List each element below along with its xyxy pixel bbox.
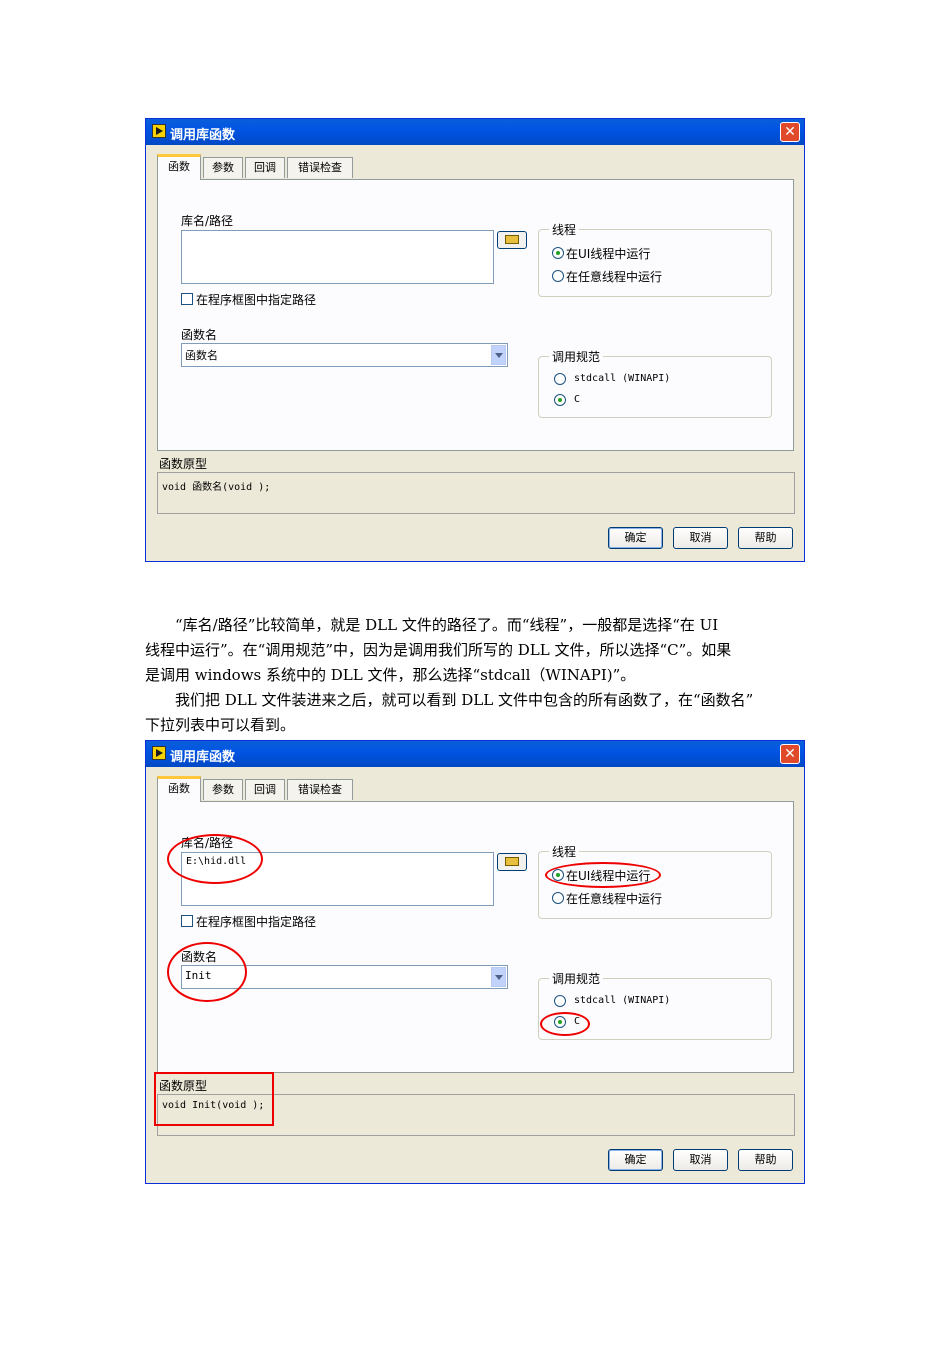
labview-app-icon [152,124,166,138]
function-name-label: 函数名 [181,328,218,342]
thread-any-radio[interactable] [552,270,564,282]
function-prototype-box: void 函数名(void ); [157,472,795,514]
paragraph-2: 我们把 DLL 文件装进来之后，就可以看到 DLL 文件中包含的所有函数了，在“… [145,688,807,738]
title-bar: 调用库函数 ✕ [146,119,804,145]
calling-convention-title: 调用规范 [549,970,604,987]
dialog-title: 调用库函数 [170,750,236,765]
stdcall-radio[interactable] [554,373,566,385]
calling-convention-title: 调用规范 [549,348,604,365]
paragraph-1: “库名/路径”比较简单，就是 DLL 文件的路径了。而“线程”，一般都是选择“在… [145,613,807,688]
dialog-call-library-1: 调用库函数 ✕ 函数 参数 回调 错误检查 库名/路径 在程序框图中指定路径 函… [145,118,805,562]
chevron-down-icon[interactable] [491,345,506,365]
specify-path-checkbox[interactable] [181,915,193,927]
cancel-button[interactable]: 取消 [673,527,728,549]
specify-path-label: 在程序框图中指定路径 [196,915,317,929]
tab-callbacks[interactable]: 回调 [245,157,285,178]
library-path-label: 库名/路径 [181,214,234,228]
cancel-button[interactable]: 取消 [673,1149,728,1171]
highlight-prototype [154,1072,274,1126]
thread-any-radio[interactable] [552,892,564,904]
thread-group-title: 线程 [549,221,580,238]
browse-folder-button[interactable] [497,231,527,249]
function-tab-panel: 库名/路径 在程序框图中指定路径 函数名 函数名 线程 在UI线程中运行 在任意… [157,179,794,451]
thread-ui-radio[interactable] [552,247,564,259]
dialog-call-library-2: 调用库函数 ✕ 函数 参数 回调 错误检查 库名/路径 E:\hid.dll 在… [145,740,805,1184]
stdcall-label: stdcall (WINAPI) [574,373,671,384]
c-convention-radio[interactable] [554,394,566,406]
highlight-library-path [167,834,263,884]
tab-function[interactable]: 函数 [157,776,201,802]
thread-ui-label: 在UI线程中运行 [566,247,651,261]
tab-parameters[interactable]: 参数 [203,157,243,178]
thread-group: 线程 在UI线程中运行 在任意线程中运行 [538,221,772,297]
tab-error-checking[interactable]: 错误检查 [287,779,353,800]
tab-callbacks[interactable]: 回调 [245,779,285,800]
tab-function[interactable]: 函数 [157,154,201,180]
browse-folder-button[interactable] [497,853,527,871]
tab-error-checking[interactable]: 错误检查 [287,157,353,178]
paragraph-2-line-2: 下拉列表中可以看到。 [145,716,296,734]
stdcall-label: stdcall (WINAPI) [574,995,671,1006]
prototype-label: 函数原型 [159,457,208,471]
ok-button[interactable]: 确定 [608,527,663,549]
close-button[interactable]: ✕ [780,744,800,764]
folder-icon [505,857,519,866]
tab-parameters[interactable]: 参数 [203,779,243,800]
paragraph-1-line-3: 是调用 windows 系统中的 DLL 文件，那么选择“stdcall（WIN… [145,666,636,684]
paragraph-2-line-1: 我们把 DLL 文件装进来之后，就可以看到 DLL 文件中包含的所有函数了，在“… [175,691,754,709]
help-button[interactable]: 帮助 [738,1149,793,1171]
chevron-down-icon[interactable] [491,967,506,987]
highlight-thread-ui [545,862,661,888]
library-path-input[interactable] [181,230,494,284]
ok-button[interactable]: 确定 [608,1149,663,1171]
function-name-value: 函数名 [185,349,218,362]
thread-group-title: 线程 [549,843,580,860]
paragraph-1-line-2: 线程中运行”。在“调用规范”中，因为是调用我们所写的 DLL 文件，所以选择“C… [145,641,732,659]
title-bar: 调用库函数 ✕ [146,741,804,767]
paragraph-1-line-1: “库名/路径”比较简单，就是 DLL 文件的路径了。而“线程”，一般都是选择“在… [175,616,719,634]
c-convention-label: C [574,394,581,405]
function-tab-panel: 库名/路径 E:\hid.dll 在程序框图中指定路径 函数名 Init 线程 … [157,801,794,1073]
highlight-c-convention [540,1012,590,1036]
labview-app-icon [152,746,166,760]
thread-any-label: 在任意线程中运行 [566,270,663,284]
highlight-function-name [167,942,247,1002]
stdcall-radio[interactable] [554,995,566,1007]
thread-any-label: 在任意线程中运行 [566,892,663,906]
close-button[interactable]: ✕ [780,122,800,142]
calling-convention-group: 调用规范 stdcall (WINAPI) C [538,348,772,418]
help-button[interactable]: 帮助 [738,527,793,549]
function-name-dropdown[interactable]: 函数名 [181,343,508,367]
specify-path-label: 在程序框图中指定路径 [196,293,317,307]
dialog-title: 调用库函数 [170,128,236,143]
folder-icon [505,235,519,244]
specify-path-checkbox[interactable] [181,293,193,305]
